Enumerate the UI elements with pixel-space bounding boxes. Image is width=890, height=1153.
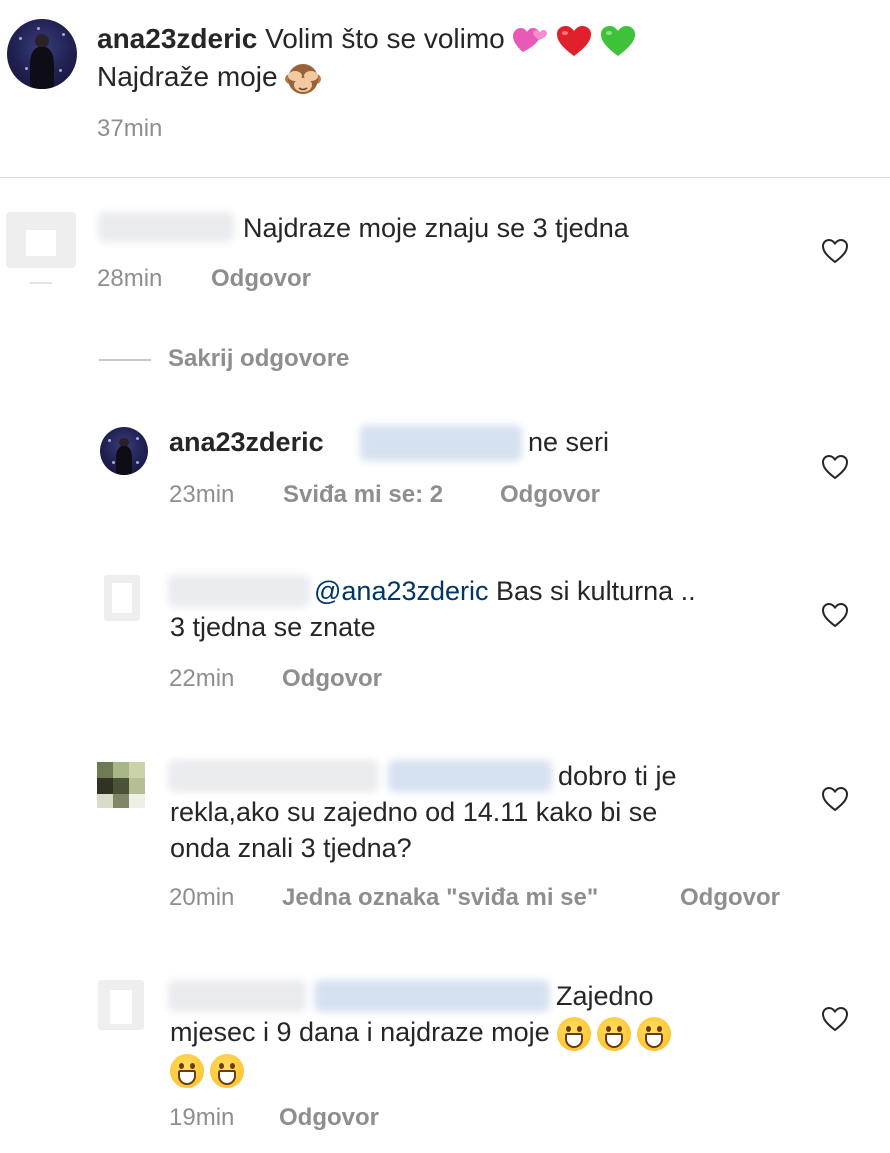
comment-avatar[interactable] [6,212,76,268]
caption-line2: Najdraže moje [97,61,278,92]
reply-text-line2: 3 tjedna se znate [170,612,376,642]
see-no-evil-monkey-icon [285,63,322,94]
reply-reply-button[interactable]: Odgovor [500,481,600,509]
grinning-face-icon [597,1016,632,1051]
caption-timestamp: 37min [97,115,163,142]
reply-timestamp: 20min [169,884,235,911]
two-hearts-icon [512,27,547,52]
reply-reply-button[interactable]: Odgovor [680,884,780,912]
reply-text-line3: onda znali 3 tjedna? [170,833,412,863]
heart-outline-icon[interactable] [820,784,850,814]
reply-avatar[interactable] [97,762,145,808]
replies-line [99,359,151,361]
caption-username[interactable]: ana23zderic [97,23,257,54]
caption-avatar[interactable] [7,19,77,89]
reply-reply-button[interactable]: Odgovor [279,1104,379,1132]
reply-text: dobro ti je rekla,ako su zajedno od 14.1… [170,758,810,866]
comment-timestamp: 28min [97,265,163,292]
grinning-face-icon [210,1053,244,1088]
reply-avatar[interactable] [104,575,140,621]
reply-reply-button[interactable]: Odgovor [282,665,382,693]
grinning-face-icon [170,1053,204,1088]
reply-text-line2: rekla,ako su zajedno od 14.11 kako bi se [170,797,658,827]
reply-timestamp: 19min [169,1104,235,1131]
grinning-face-icon [637,1016,672,1051]
caption-text: ana23zderic Volim što se volimo Najdraže… [97,20,857,97]
reply-likes-count[interactable]: Sviđa mi se: 2 [283,481,443,509]
reply-username[interactable]: ana23zderic [169,424,324,460]
comment-reply-button[interactable]: Odgovor [211,265,311,293]
reply-text-line1: Zajedno [556,981,654,1011]
hide-replies-button[interactable]: Sakrij odgovore [168,345,349,373]
comment-text: Najdraze moje znaju se 3 tjedna [243,213,629,243]
red-heart-icon [557,25,592,56]
caption-line1: Volim što se volimo [265,23,505,54]
reply-text-line2: mjesec i 9 dana i najdraze moje [170,1017,550,1047]
reply-text: @ana23zderic Bas si kulturna .. 3 tjedna… [170,573,810,645]
grinning-face-icon [557,1016,592,1051]
reply-avatar[interactable] [98,980,144,1030]
caption-divider [0,177,890,178]
heart-outline-icon[interactable] [820,452,850,482]
reply-timestamp: 23min [169,481,235,508]
comment-avatar-shadow [30,282,52,284]
reply-text: Zajedno mjesec i 9 dana i najdraze moje [170,978,810,1088]
heart-outline-icon[interactable] [820,600,850,630]
reply-mention-redacted[interactable] [360,425,522,461]
comment-username-redacted[interactable] [98,212,234,242]
heart-outline-icon[interactable] [820,236,850,266]
heart-outline-icon[interactable] [820,1004,850,1034]
reply-avatar[interactable] [100,427,148,475]
reply-text-line1: dobro ti je [558,761,677,791]
reply-text-line1: Bas si kulturna .. [496,576,696,606]
reply-likes-count[interactable]: Jedna oznaka "sviđa mi se" [282,884,598,912]
reply-timestamp: 22min [169,665,235,692]
green-heart-icon [601,25,636,56]
reply-text: ne seri [528,427,610,457]
reply-mention-link[interactable]: @ana23zderic [314,576,489,606]
